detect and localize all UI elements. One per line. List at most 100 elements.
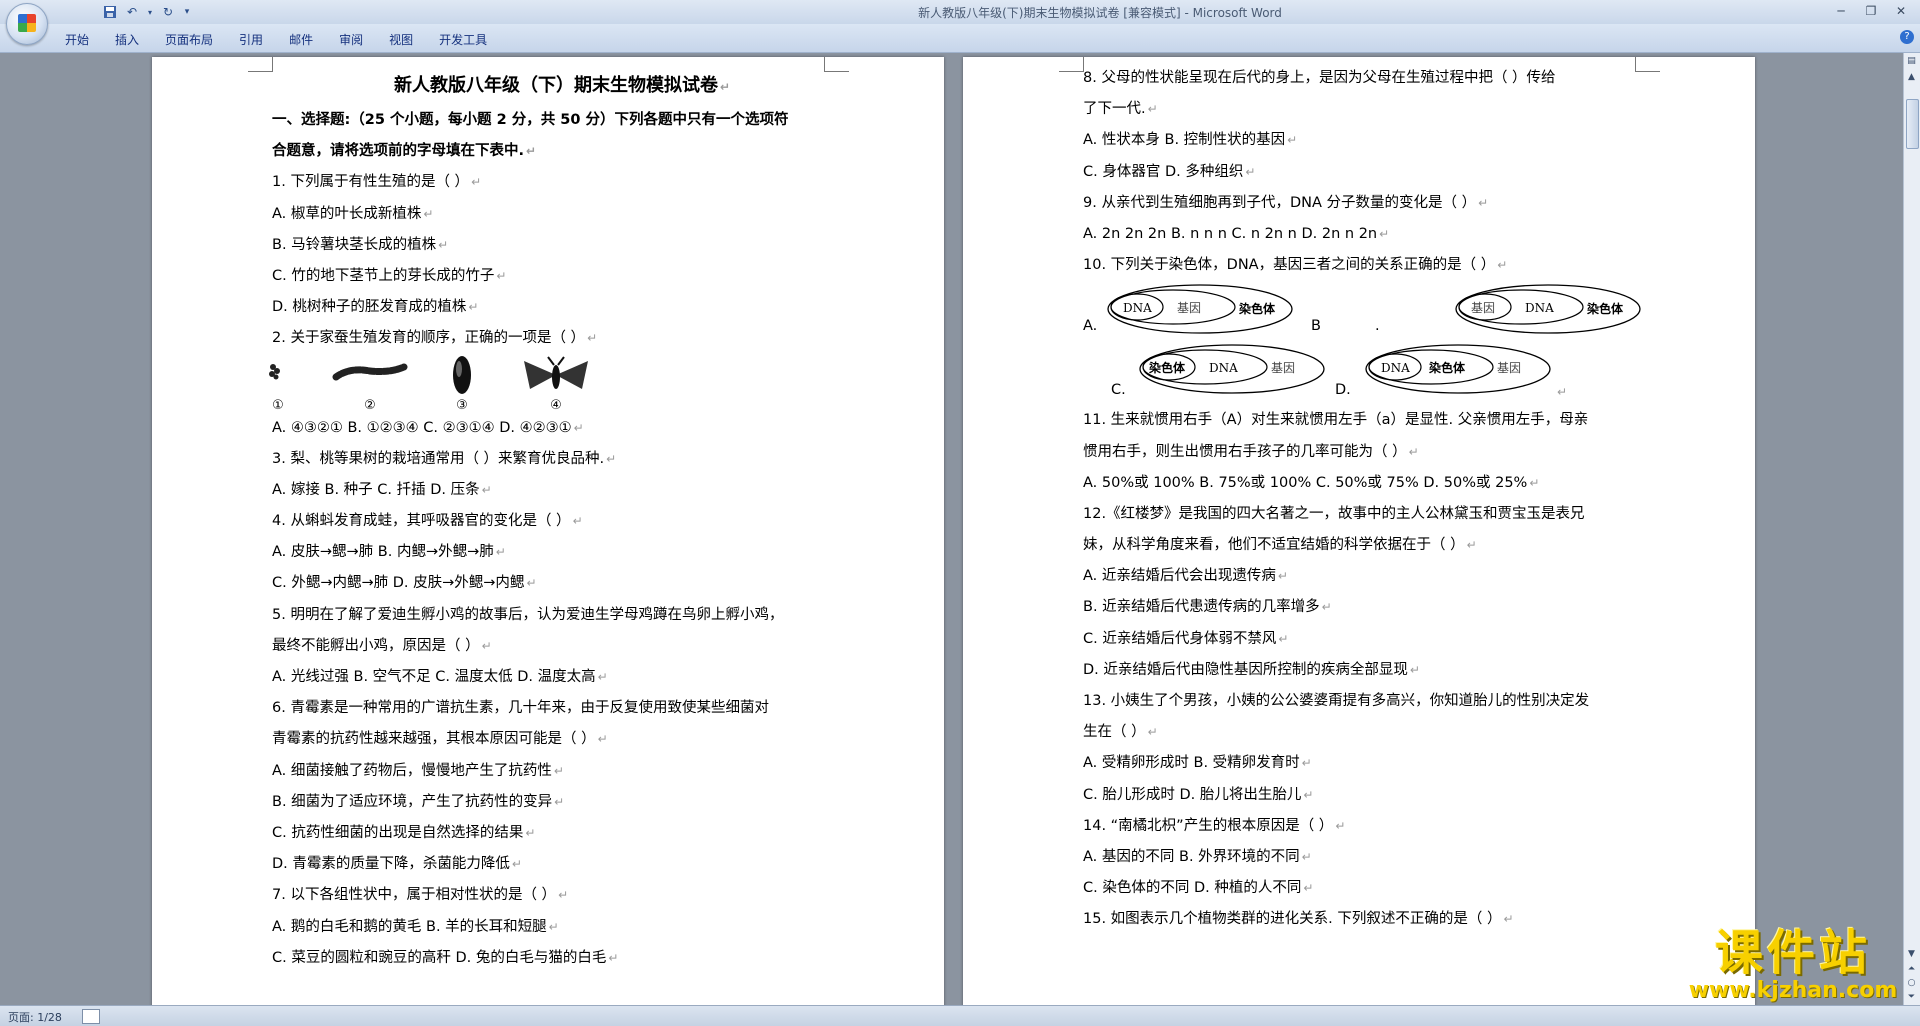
proofing-status-icon[interactable] [82, 1009, 100, 1024]
text-line: A. 2n 2n 2n B. n n n C. n 2n n D. 2n n 2… [1083, 225, 1390, 242]
text-line: C. 染色体的不同 D. 种植的人不同 ↵ [1083, 880, 1314, 897]
text-line: B. 细菌为了适应环境，产生了抗药性的变异 ↵ [272, 793, 565, 810]
vertical-scrollbar[interactable]: ▤ ▲ ▼ ⏶ ○ ⏷ [1903, 53, 1920, 1005]
tab-mailings[interactable]: 邮件 [276, 29, 326, 50]
tab-insert[interactable]: 插入 [102, 29, 152, 50]
text-line: C. 竹的地下茎节上的芽长成的竹子 ↵ [272, 267, 507, 284]
option-a-label: A. [1083, 318, 1098, 335]
close-icon[interactable]: ✕ [1888, 2, 1914, 20]
option-b-dot: . [1375, 318, 1380, 335]
document-workspace: 新人教版八年级（下）期末生物模拟试卷 ↵ 一、选择题:（25 个小题，每小题 2 … [0, 53, 1904, 1005]
text-line: 9. 从亲代到生殖细胞再到子代，DNA 分子数量的变化是（ ） ↵ [1083, 194, 1489, 211]
text-line: A. 皮肤→鳃→肺 B. 内鳃→外鳃→肺 ↵ [272, 544, 506, 561]
text-line: 6. 青霉素是一种常用的广谱抗生素，几十年来，由于反复使用致使某些细菌对 [272, 700, 769, 717]
text-line: D. 桃树种子的胚发育成的植株 ↵ [272, 299, 479, 316]
text-line: 了下一代. ↵ [1083, 101, 1158, 118]
venn-c-middle-text: DNA [1209, 361, 1238, 375]
text-line: 3. 梨、桃等果树的栽培通常用（ ）来繁育优良品种. ↵ [272, 450, 617, 467]
text-line: A. 基因的不同 B. 外界环境的不同 ↵ [1083, 848, 1312, 865]
tab-review[interactable]: 审阅 [326, 29, 376, 50]
text-line: A. 嫁接 B. 种子 C. 扦插 D. 压条 ↵ [272, 481, 492, 498]
text-line: 10. 下列关于染色体，DNA，基因三者之间的关系正确的是（ ） ↵ [1083, 257, 1508, 274]
text-line: 青霉素的抗药性越来越强，其根本原因可能是（ ） ↵ [272, 731, 608, 748]
venn-a-outer-text: 染色体 [1238, 301, 1276, 316]
tab-view[interactable]: 视图 [376, 29, 426, 50]
text-line: A. ④③②① B. ①②③④ C. ②③①④ D. ④②③① ↵ [272, 419, 584, 436]
tab-references[interactable]: 引用 [226, 29, 276, 50]
text-line: C. 胎儿形成时 D. 胎儿将出生胎儿 ↵ [1083, 786, 1314, 803]
text-line: 1. 下列属于有性生殖的是（ ） ↵ [272, 174, 482, 191]
venn-row-cd: C. 染色体 DNA 基因 D. DNA 染色体 基因 ↵ [1083, 343, 1663, 405]
text-line: B. 近亲结婚后代患遗传病的几率增多 ↵ [1083, 599, 1332, 616]
text-line: 惯用右手，则生出惯用右手孩子的几率可能为（ ） ↵ [1083, 443, 1419, 460]
office-button[interactable] [6, 3, 48, 45]
option-d-label: D. [1335, 382, 1351, 399]
document-page-1[interactable]: 新人教版八年级（下）期末生物模拟试卷 ↵ 一、选择题:（25 个小题，每小题 2 … [152, 57, 944, 1005]
window-controls: ─ ❐ ✕ [1828, 2, 1914, 20]
venn-c-outer-text: 基因 [1271, 361, 1295, 375]
status-bar: 页面: 1/28 [0, 1005, 1920, 1026]
option-c-label: C. [1111, 382, 1126, 399]
venn-diagram-a: DNA 基因 染色体 [1107, 284, 1293, 334]
text-line: C. 菜豆的圆粒和豌豆的高秆 D. 兔的白毛与猫的白毛 ↵ [272, 949, 619, 966]
venn-a-middle-text: 基因 [1177, 301, 1201, 315]
office-logo-icon [18, 14, 36, 32]
help-icon[interactable]: ? [1900, 30, 1914, 44]
text-line: B. 马铃薯块茎长成的植株 ↵ [272, 236, 449, 253]
text-line: D. 青霉素的质量下降，杀菌能力降低 ↵ [272, 856, 522, 873]
watermark: 课件站 www.kjzhan.com [1678, 925, 1908, 1003]
tab-page-layout[interactable]: 页面布局 [152, 29, 226, 50]
text-line: 生在（ ） ↵ [1083, 724, 1158, 741]
venn-b-outer-text: 染色体 [1586, 301, 1624, 316]
silkworm-egg-figure: ① [264, 355, 324, 413]
venn-row-ab: A. DNA 基因 染色体 B . 基因 DNA 染色体 [1083, 281, 1663, 343]
ribbon: 开始 插入 页面布局 引用 邮件 审阅 视图 开发工具 ? [0, 24, 1920, 53]
silkworm-pupa-figure: ③ [432, 355, 492, 413]
text-line: 4. 从蝌蚪发育成蛙，其呼吸器官的变化是（ ） ↵ [272, 513, 583, 530]
text-line: A. 受精卵形成时 B. 受精卵发育时 ↵ [1083, 755, 1312, 772]
silkworm-moth-figure: ④ [516, 355, 596, 413]
venn-d-outer-text: 基因 [1497, 361, 1521, 375]
ribbon-tabs: 开始 插入 页面布局 引用 邮件 审阅 视图 开发工具 [52, 29, 500, 50]
text-line: A. 椒草的叶长成新植株 ↵ [272, 205, 434, 222]
tab-developer[interactable]: 开发工具 [426, 29, 500, 50]
watermark-url: www.kjzhan.com [1688, 978, 1898, 1003]
text-line: A. 细菌接触了药物后，慢慢地产生了抗药性 ↵ [272, 762, 564, 779]
text-line: C. 外鳃→内鳃→肺 D. 皮肤→外鳃→内鳃 ↵ [272, 575, 537, 592]
scrollbar-thumb[interactable] [1906, 99, 1919, 149]
document-title: 新人教版八年级（下）期末生物模拟试卷 ↵ [393, 75, 731, 96]
venn-diagram-c: 染色体 DNA 基因 [1139, 344, 1325, 394]
watermark-logo-text: 课件站 [1714, 925, 1871, 981]
section-instructions-line: 合题意，请将选项前的字母填在下表中. ↵ [272, 143, 537, 160]
window-title: 新人教版八年级(下)期末生物模拟试卷 [兼容模式] - Microsoft Wo… [918, 6, 1282, 20]
venn-a-inner-text: DNA [1123, 301, 1152, 315]
document-page-2[interactable]: 8. 父母的性状能呈现在后代的身上，是因为父母在生殖过程中把（ ）传给 了下一代… [963, 57, 1755, 1005]
venn-d-inner-text: DNA [1381, 361, 1410, 375]
text-line: 8. 父母的性状能呈现在后代的身上，是因为父母在生殖过程中把（ ）传给 [1083, 70, 1556, 86]
text-line: 14. “南橘北枳”产生的根本原因是（ ） ↵ [1083, 817, 1346, 834]
text-line: C. 身体器官 D. 多种组织 ↵ [1083, 163, 1256, 180]
restore-icon[interactable]: ❐ [1858, 2, 1884, 20]
minimize-icon[interactable]: ─ [1828, 2, 1854, 20]
text-line: D. 近亲结婚后代由隐性基因所控制的疾病全部显现 ↵ [1083, 661, 1420, 678]
venn-b-inner-text: 基因 [1471, 301, 1495, 315]
status-page-count[interactable]: 页面: 1/28 [8, 1009, 62, 1025]
text-line: C. 抗药性细菌的出现是自然选择的结果 ↵ [272, 824, 536, 841]
text-line: A. 性状本身 B. 控制性状的基因 ↵ [1083, 132, 1298, 149]
venn-d-middle-text: 染色体 [1428, 360, 1466, 375]
text-line: 2. 关于家蚕生殖发育的顺序，正确的一项是（ ） ↵ [272, 330, 598, 347]
text-line: 7. 以下各组性状中，属于相对性状的是（ ） ↵ [272, 887, 569, 904]
text-line: 15. 如图表示几个植物类群的进化关系. 下列叙述不正确的是（ ） ↵ [1083, 911, 1514, 928]
text-line: A. 鹅的白毛和鹅的黄毛 B. 羊的长耳和短腿 ↵ [272, 918, 559, 935]
text-line: 5. 明明在了解了爱迪生孵小鸡的故事后，认为爱迪生学母鸡蹲在鸟卵上孵小鸡， [272, 606, 784, 623]
venn-c-inner-text: 染色体 [1148, 360, 1186, 375]
text-line: A. 近亲结婚后代会出现遗传病 ↵ [1083, 568, 1288, 585]
section-instructions-line: 一、选择题:（25 个小题，每小题 2 分，共 50 分）下列各题中只有一个选项… [272, 112, 789, 128]
text-line: 12.《红楼梦》是我国的四大名著之一，故事中的主人公林黛玉和贾宝玉是表兄 [1083, 505, 1585, 522]
silkworm-stages-figure: ① ② ③ ④ [269, 355, 852, 413]
scroll-up-icon[interactable]: ▲ [1906, 71, 1917, 83]
venn-b-middle-text: DNA [1525, 301, 1554, 315]
tab-home[interactable]: 开始 [52, 29, 102, 50]
ruler-toggle-icon[interactable]: ▤ [1906, 55, 1917, 67]
option-b-label: B [1311, 318, 1321, 335]
